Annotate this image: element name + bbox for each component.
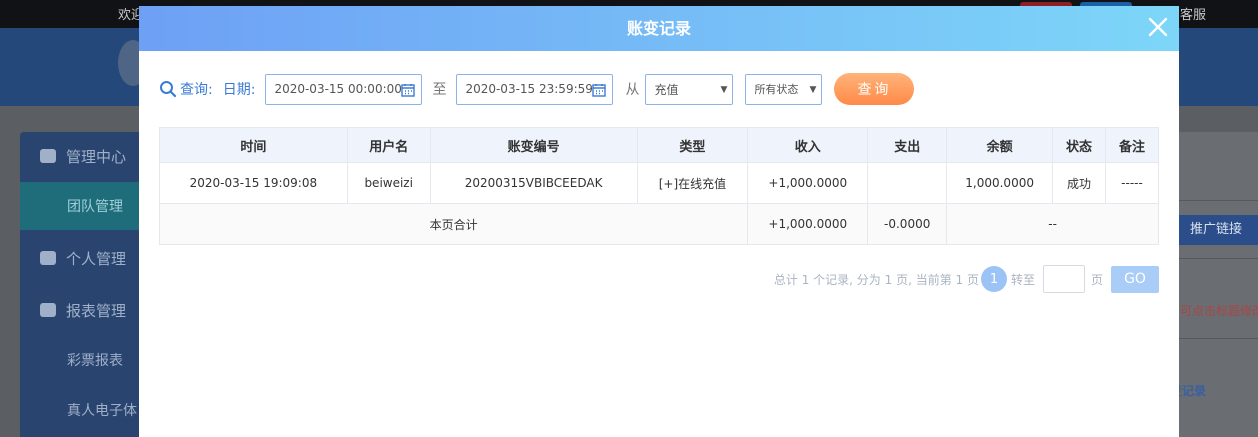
pagination: 总计 1 个记录, 分为 1 页, 当前第 1 页 1 转至 页 GO — [774, 265, 1159, 293]
column-header: 时间 — [159, 127, 348, 163]
cell-remark: ----- — [1105, 162, 1159, 204]
cell-time: 2020-03-15 19:09:08 — [159, 162, 348, 204]
promote-link-button: 推广链接 — [1170, 215, 1258, 245]
goto-page-input[interactable] — [1042, 265, 1085, 293]
pagination-summary: 总计 1 个记录, 分为 1 页, 当前第 1 页 — [773, 272, 979, 287]
sidebar-item-label: 报表管理 — [66, 301, 127, 320]
start-date-input[interactable]: 2020-03-15 00:00:00 — [265, 73, 423, 105]
go-button[interactable]: GO — [1111, 265, 1159, 293]
end-date-value: 2020-03-15 23:59:59 — [465, 82, 593, 96]
transaction-record-modal: 账变记录 查询: 日期: 2020-03-15 00:00:00 至 2020-… — [139, 6, 1179, 437]
from-label: 从 — [625, 82, 640, 98]
query-bar: 查询: 日期: 2020-03-15 00:00:00 至 2020-03-15… — [159, 73, 915, 105]
report-icon — [40, 303, 56, 317]
divider — [1179, 258, 1258, 259]
to-label: 至 — [432, 82, 447, 98]
sidebar-item-label: 管理中心 — [66, 147, 127, 166]
column-header: 支出 — [867, 127, 948, 163]
sidebar-item-management-center: 管理中心 — [20, 132, 150, 180]
chevron-down-icon: ▼ — [720, 84, 728, 95]
sidebar-item-lottery-report: 彩票报表 — [20, 336, 150, 384]
goto-label: 转至 — [1010, 272, 1035, 287]
sidebar-item-label: 彩票报表 — [67, 353, 123, 369]
cell-username: beiweizi — [346, 162, 431, 204]
type-select-value: 充值 — [654, 82, 679, 97]
page-total-label: 本页合计 — [158, 203, 749, 245]
status-select-value: 所有状态 — [754, 83, 799, 96]
calendar-icon — [592, 83, 607, 97]
users-icon — [40, 149, 56, 163]
page-number-button[interactable]: 1 — [980, 266, 1007, 292]
sidebar-item-label: 个人管理 — [66, 249, 127, 268]
edit-title-hint: 可点击标题修改 — [1180, 304, 1258, 318]
cell-balance: 1,000.0000 — [946, 162, 1054, 204]
records-table: 时间 用户名 账变编号 类型 收入 支出 余额 状态 备注 2020-03-15… — [158, 127, 1159, 245]
query-label: 查询: — [180, 82, 213, 98]
column-header: 余额 — [946, 127, 1054, 163]
column-header: 备注 — [1105, 127, 1159, 163]
cell-status: 成功 — [1052, 162, 1107, 204]
column-header: 类型 — [636, 127, 749, 163]
cell-type: [+]在线充值 — [636, 162, 749, 204]
calendar-icon — [401, 83, 416, 97]
column-header: 账变编号 — [429, 127, 638, 163]
column-header: 收入 — [747, 127, 869, 163]
page-suffix: 页 — [1090, 272, 1103, 287]
start-date-value: 2020-03-15 00:00:00 — [274, 82, 402, 96]
page-total-rest: -- — [946, 203, 1159, 245]
chevron-down-icon: ▼ — [809, 84, 817, 95]
table-row: 2020-03-15 19:09:08 beiweizi 20200315VBI… — [159, 162, 1159, 204]
sidebar-item-report-management: 报表管理 — [20, 286, 150, 334]
divider — [1179, 200, 1258, 201]
sidebar-item-live-report: 真人电子体 — [20, 386, 150, 434]
search-icon — [160, 81, 177, 98]
status-select[interactable]: 所有状态 ▼ — [745, 73, 823, 105]
modal-header: 账变记录 — [139, 6, 1179, 51]
sidebar-item-label: 真人电子体 — [67, 403, 137, 419]
column-header: 用户名 — [346, 127, 431, 163]
type-select[interactable]: 充值 ▼ — [645, 73, 734, 105]
end-date-input[interactable]: 2020-03-15 23:59:59 — [456, 73, 614, 105]
customer-service-link: 客服 — [1180, 8, 1207, 23]
sidebar-item-team-management: 团队管理 — [20, 182, 150, 230]
close-icon[interactable] — [1147, 16, 1169, 38]
cell-income: +1,000.0000 — [747, 162, 869, 204]
modal-title: 账变记录 — [626, 19, 691, 38]
cell-serial: 20200315VBIBCEEDAK — [429, 162, 638, 204]
table-header-row: 时间 用户名 账变编号 类型 收入 支出 余额 状态 备注 — [159, 127, 1159, 163]
query-button[interactable]: 查询 — [834, 73, 915, 105]
date-label: 日期: — [222, 82, 256, 98]
sidebar-item-personal-management: 个人管理 — [20, 234, 150, 282]
page-total-expense: -0.0000 — [867, 203, 948, 245]
column-header: 状态 — [1052, 127, 1107, 163]
page-total-income: +1,000.0000 — [747, 203, 869, 245]
user-icon — [40, 251, 56, 265]
sidebar-item-label: 团队管理 — [67, 199, 123, 215]
divider — [1179, 338, 1258, 339]
cell-expense — [867, 162, 948, 204]
page-total-row: 本页合计 +1,000.0000 -0.0000 -- — [158, 203, 1159, 245]
